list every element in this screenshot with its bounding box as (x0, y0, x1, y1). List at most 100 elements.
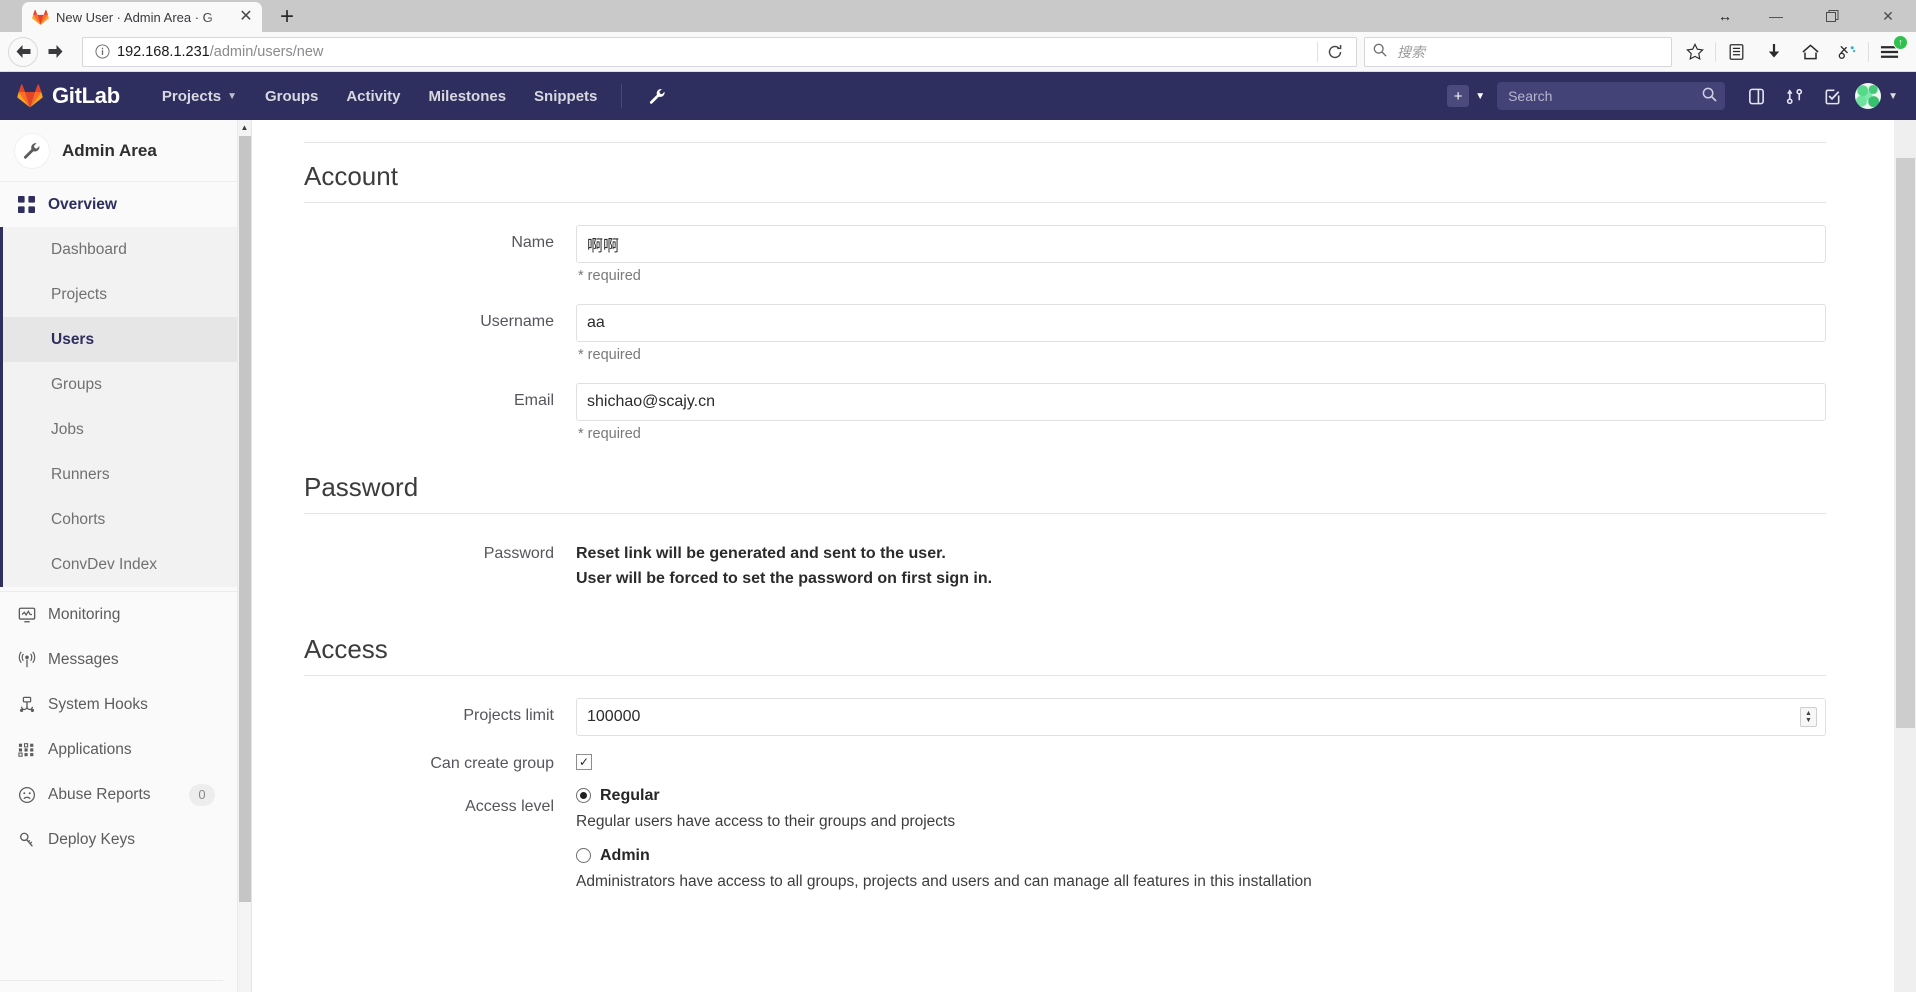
plus-icon: + (1447, 85, 1470, 107)
gitlab-favicon-icon (32, 9, 49, 26)
sidebar-item-messages[interactable]: Messages (0, 637, 237, 682)
sidebar-item-deploy-keys-label: Deploy Keys (48, 830, 136, 848)
back-button[interactable] (8, 36, 38, 67)
password-note: Reset link will be generated and sent to… (576, 536, 1826, 592)
sidebar-item-projects[interactable]: Projects (3, 272, 237, 317)
sidebar-item-abuse-reports[interactable]: Abuse Reports 0 (0, 772, 237, 817)
sidebar-item-overview[interactable]: Overview (0, 182, 237, 227)
control-projects-limit: 100000 ▲ ▼ (576, 697, 1826, 736)
page-body: Admin Area Overview Dashboard Projects U… (0, 120, 1916, 992)
sidebar-main-items: Monitoring Messages System Hooks Applica… (0, 592, 237, 862)
scroll-up-arrow-icon[interactable]: ▲ (238, 120, 251, 134)
spinner-up[interactable]: ▲ (1805, 710, 1812, 717)
nav-link-projects[interactable]: Projects ▼ (148, 72, 251, 120)
star-icon[interactable] (1676, 36, 1713, 68)
email-input[interactable]: shichao@scajy.cn (576, 383, 1826, 421)
nav-divider (621, 84, 623, 108)
minimize-button[interactable]: — (1748, 0, 1804, 32)
nav-link-milestones[interactable]: Milestones (415, 72, 521, 120)
page-scrollbar-thumb[interactable] (1896, 158, 1915, 728)
sidebar-item-deploy-keys[interactable]: Deploy Keys (0, 817, 237, 862)
field-row-email: Email shichao@scajy.cn * required (304, 383, 1826, 454)
maximize-button[interactable] (1804, 0, 1860, 32)
access-level-option-regular[interactable]: Regular Regular users have access to the… (576, 787, 1826, 831)
form-top-rule (304, 142, 1826, 143)
pocket-icon[interactable] (1829, 36, 1866, 68)
sidebar-scrollbar-thumb[interactable] (239, 136, 251, 902)
radio-admin[interactable] (576, 848, 591, 864)
user-menu[interactable]: ▼ (1855, 83, 1898, 109)
sidebar-header[interactable]: Admin Area (0, 120, 237, 182)
radio-line-regular[interactable]: Regular (576, 787, 1826, 805)
section-title-access: Access (304, 634, 1826, 676)
projects-limit-input[interactable]: 100000 ▲ ▼ (576, 697, 1826, 736)
new-dropdown-button[interactable]: + ▼ (1447, 85, 1485, 107)
sidebar-scrollbar[interactable]: ▲ (237, 120, 251, 992)
sidebar-item-system-hooks[interactable]: System Hooks (0, 682, 237, 727)
hint-email: * required (578, 426, 641, 442)
close-tab-icon[interactable]: ✕ (236, 7, 256, 27)
key-icon (18, 831, 48, 849)
can-create-group-checkbox[interactable]: ✓ (576, 753, 592, 770)
sidebar-item-monitoring[interactable]: Monitoring (0, 592, 237, 637)
browser-toolbar: 192.168.1.231/admin/users/new 搜索 ↑ (0, 32, 1916, 72)
sidebar-overview-group: Overview Dashboard Projects Users Groups… (0, 182, 237, 592)
sidebar-item-users[interactable]: Users (3, 317, 237, 362)
gitlab-logo[interactable]: GitLab (16, 83, 120, 109)
merge-requests-icon[interactable] (1775, 72, 1813, 120)
url-text[interactable]: 192.168.1.231/admin/users/new (111, 44, 1317, 60)
projects-limit-value: 100000 (587, 707, 641, 725)
home-icon[interactable] (1792, 36, 1829, 68)
sidebar-item-groups[interactable]: Groups (3, 362, 237, 407)
field-row-name: Name 啊啊 * required (304, 225, 1826, 296)
section-title-account: Account (304, 161, 1826, 203)
page-scrollbar[interactable] (1894, 120, 1916, 992)
radio-regular[interactable] (576, 788, 591, 804)
hamburger-menu-icon[interactable]: ↑ (1871, 34, 1908, 68)
downloads-icon[interactable] (1755, 36, 1792, 68)
sidebar-item-cohorts[interactable]: Cohorts (3, 497, 237, 542)
sidebar-collapse-button[interactable]: Collapse sidebar (0, 980, 223, 992)
spinner-down[interactable]: ▼ (1805, 717, 1812, 724)
sidebar-item-jobs[interactable]: Jobs (3, 407, 237, 452)
main-content: Account Name 啊啊 * required Username aa *… (252, 120, 1916, 992)
name-input[interactable]: 啊啊 (576, 225, 1826, 263)
forward-button[interactable] (38, 37, 72, 67)
admin-sidebar: Admin Area Overview Dashboard Projects U… (0, 120, 252, 992)
tab-title: New User · Admin Area · G (56, 9, 213, 25)
library-icon[interactable] (1718, 36, 1755, 68)
new-tab-button[interactable]: + (270, 2, 304, 32)
nav-link-groups[interactable]: Groups (251, 72, 332, 120)
admin-wrench-icon[interactable] (632, 87, 683, 106)
issues-icon[interactable] (1737, 72, 1775, 120)
browser-search-bar[interactable]: 搜索 (1364, 36, 1672, 67)
sidebar-item-system-hooks-label: System Hooks (48, 695, 148, 713)
browser-tab[interactable]: New User · Admin Area · G ✕ (22, 2, 262, 32)
address-bar[interactable]: 192.168.1.231/admin/users/new (82, 36, 1357, 67)
label-email: Email (513, 392, 554, 409)
todos-icon[interactable] (1813, 72, 1851, 120)
toolbar-icons: ↑ (1676, 34, 1908, 68)
control-name: 啊啊 * required (576, 225, 1826, 296)
sidebar-item-convdev-index[interactable]: ConvDev Index (3, 542, 237, 587)
applications-icon (18, 741, 48, 759)
toolbar-separator-2 (1868, 41, 1869, 62)
gitlab-nav-links: Projects ▼ Groups Activity Milestones Sn… (148, 72, 684, 120)
number-spinner-icon[interactable]: ▲ ▼ (1800, 706, 1817, 727)
sidebar-item-runners[interactable]: Runners (3, 452, 237, 497)
info-icon[interactable] (93, 44, 111, 59)
radio-line-admin[interactable]: Admin (576, 847, 1826, 865)
hint-username: * required (578, 347, 641, 363)
sidebar-item-applications[interactable]: Applications (0, 727, 237, 772)
reload-icon[interactable] (1318, 44, 1352, 60)
new-user-form: Account Name 啊啊 * required Username aa *… (252, 120, 1866, 907)
sidebar-item-applications-label: Applications (48, 740, 132, 758)
access-level-option-admin[interactable]: Admin Administrators have access to all … (576, 847, 1826, 891)
gitlab-search-input[interactable]: Search (1497, 82, 1726, 110)
nav-link-snippets[interactable]: Snippets (520, 72, 611, 120)
username-input[interactable]: aa (576, 304, 1826, 342)
close-window-button[interactable]: ✕ (1860, 0, 1916, 32)
sidebar-title: Admin Area (62, 140, 157, 160)
sidebar-item-dashboard[interactable]: Dashboard (3, 227, 237, 272)
nav-link-activity[interactable]: Activity (332, 72, 414, 120)
